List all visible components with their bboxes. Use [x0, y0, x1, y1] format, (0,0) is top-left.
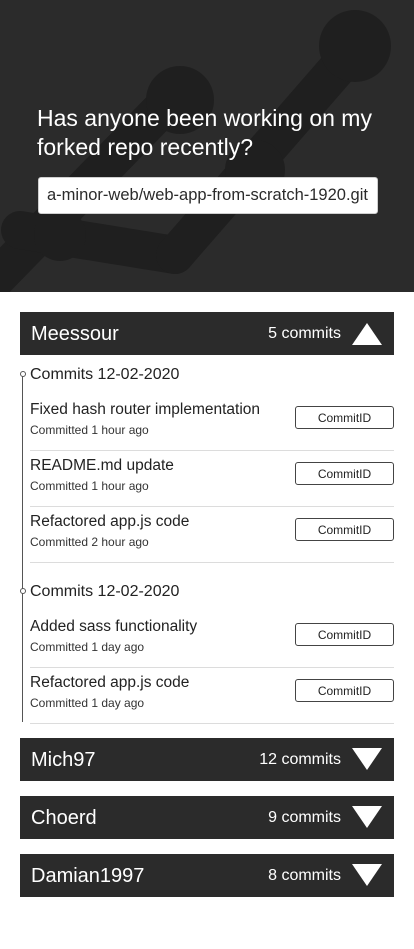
- commit-id-button[interactable]: CommitID: [295, 679, 394, 702]
- commit-count: 5 commits: [268, 325, 341, 342]
- chevron-down-icon[interactable]: [351, 805, 383, 830]
- user-bar-mich97[interactable]: Mich97 12 commits: [20, 738, 394, 781]
- repo-url-input[interactable]: [38, 177, 378, 214]
- commit-id-button[interactable]: CommitID: [295, 406, 394, 429]
- commit-id-button[interactable]: CommitID: [295, 623, 394, 646]
- commit-row: Fixed hash router implementation Committ…: [30, 395, 394, 451]
- commit-id-button[interactable]: CommitID: [295, 462, 394, 485]
- user-name: Meessour: [31, 323, 119, 345]
- commit-time: Committed 1 day ago: [30, 696, 145, 710]
- commit-row: Added sass functionality Committed 1 day…: [30, 612, 394, 668]
- chevron-down-icon[interactable]: [351, 863, 383, 888]
- timeline-dot: [20, 588, 26, 594]
- commit-row: README.md update Committed 1 hour ago Co…: [30, 451, 394, 507]
- commit-message: Fixed hash router implementation: [30, 401, 261, 418]
- user-name: Choerd: [31, 807, 97, 829]
- user-bar-damian1997[interactable]: Damian1997 8 commits: [20, 854, 394, 897]
- commit-count: 9 commits: [268, 809, 341, 826]
- user-bar-meessour[interactable]: Meessour 5 commits: [20, 312, 394, 355]
- hero-question: Has anyone been working on my forked rep…: [37, 105, 372, 160]
- commit-group-header: Commits 12-02-2020: [30, 366, 180, 383]
- commit-count: 8 commits: [268, 867, 341, 884]
- hero-section: Has anyone been working on my forked rep…: [0, 0, 414, 292]
- commit-message: Refactored app.js code: [30, 513, 190, 530]
- commit-time: Committed 1 hour ago: [30, 479, 149, 493]
- commit-group-header: Commits 12-02-2020: [30, 583, 180, 600]
- user-bar-choerd[interactable]: Choerd 9 commits: [20, 796, 394, 839]
- commit-message: Added sass functionality: [30, 618, 198, 635]
- commit-message: README.md update: [30, 457, 174, 474]
- chevron-down-icon[interactable]: [351, 747, 383, 772]
- commit-id-button[interactable]: CommitID: [295, 518, 394, 541]
- commit-count: 12 commits: [259, 751, 341, 768]
- commit-time: Committed 1 day ago: [30, 640, 145, 654]
- commit-row: Refactored app.js code Committed 2 hour …: [30, 507, 394, 563]
- user-name: Damian1997: [31, 865, 145, 887]
- chevron-up-icon[interactable]: [351, 321, 383, 346]
- user-name: Mich97: [31, 749, 96, 771]
- commit-time: Committed 2 hour ago: [30, 535, 149, 549]
- timeline-dot: [20, 371, 26, 377]
- commit-time: Committed 1 hour ago: [30, 423, 149, 437]
- timeline-line: [22, 374, 23, 722]
- commit-row: Refactored app.js code Committed 1 day a…: [30, 668, 394, 724]
- commit-message: Refactored app.js code: [30, 674, 190, 691]
